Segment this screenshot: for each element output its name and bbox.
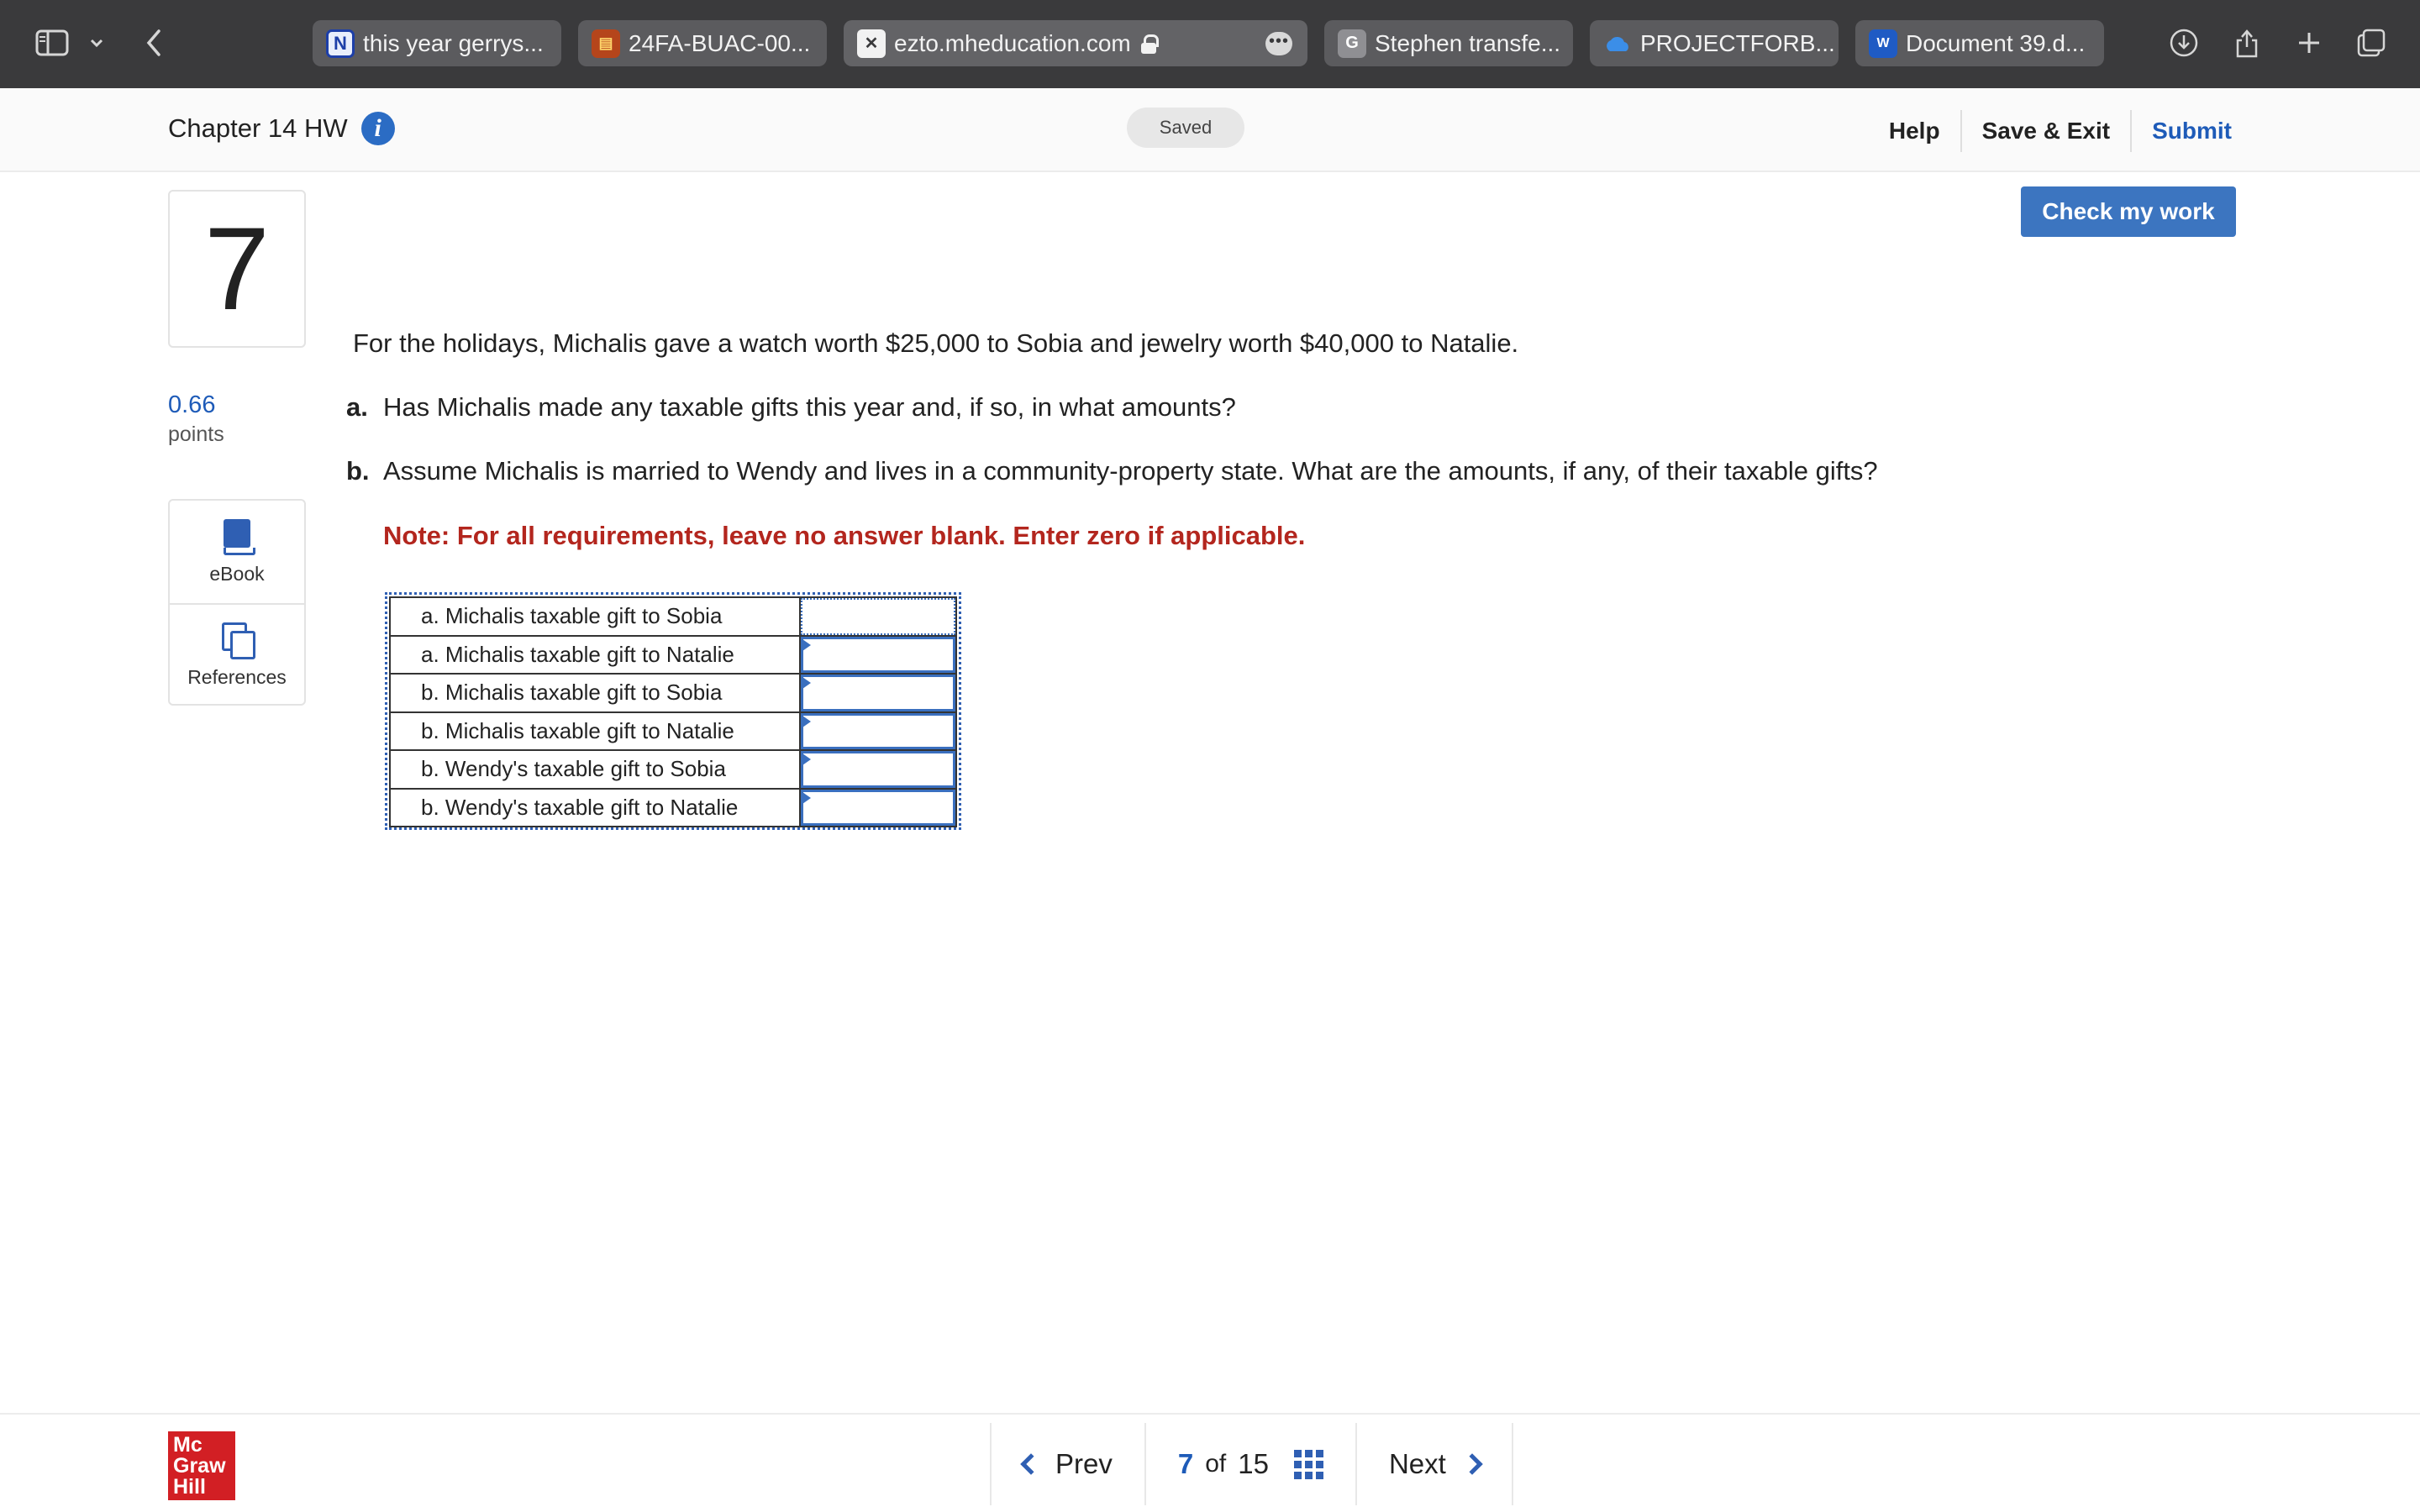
help-link[interactable]: Help	[1869, 110, 1960, 152]
ezto-icon: ✕	[857, 29, 886, 58]
question-part-a: a. Has Michalis made any taxable gifts th…	[346, 392, 1236, 423]
check-my-work-button[interactable]: Check my work	[2021, 186, 2236, 237]
answer-input-b-wendy-sobia[interactable]	[801, 751, 955, 788]
more-icon[interactable]: •••	[1265, 32, 1292, 55]
table-row: b. Michalis taxable gift to Sobia	[389, 673, 957, 713]
next-button[interactable]: Next	[1355, 1423, 1513, 1505]
grid-icon	[1293, 1449, 1323, 1479]
answer-label: b. Wendy's taxable gift to Natalie	[389, 787, 801, 827]
table-row: a. Michalis taxable gift to Sobia	[389, 596, 957, 637]
submit-link[interactable]: Submit	[2130, 110, 2232, 152]
current-page: 7	[1177, 1448, 1194, 1479]
tab-course[interactable]: ▤ 24FA-BUAC-00...	[578, 20, 827, 66]
table-row: b. Michalis taxable gift to Natalie	[389, 711, 957, 751]
prev-button[interactable]: Prev	[990, 1423, 1144, 1505]
answer-label: b. Michalis taxable gift to Sobia	[389, 673, 801, 713]
answer-label: a. Michalis taxable gift to Natalie	[389, 634, 801, 675]
assignment-title: Chapter 14 HW i	[168, 112, 395, 145]
grammarly-icon: G	[1338, 29, 1366, 58]
assignment-header: Chapter 14 HW i Saved Help Save & Exit S…	[0, 88, 2420, 172]
share-icon[interactable]	[2232, 22, 2262, 64]
question-prompt: For the holidays, Michalis gave a watch …	[353, 328, 1519, 358]
answer-label: a. Michalis taxable gift to Sobia	[389, 596, 801, 637]
part-letter: b.	[346, 456, 370, 486]
notability-icon: N	[326, 29, 355, 58]
answer-input-a-michalis-sobia[interactable]	[801, 598, 955, 635]
answer-input-a-michalis-natalie[interactable]	[801, 636, 955, 673]
tab-overview-icon[interactable]	[2354, 22, 2388, 64]
answer-cell	[799, 596, 957, 637]
answer-cell	[799, 749, 957, 790]
answer-cell	[799, 711, 957, 751]
back-icon[interactable]	[139, 22, 168, 64]
book-icon	[224, 518, 255, 555]
answer-input-b-michalis-natalie[interactable]	[801, 712, 955, 749]
answer-input-b-michalis-sobia[interactable]	[801, 675, 955, 711]
question-part-b: b. Assume Michalis is married to Wendy an…	[346, 456, 1878, 486]
ebook-button[interactable]: eBook	[170, 501, 304, 603]
table-row: b. Wendy's taxable gift to Natalie	[389, 787, 957, 827]
page-indicator[interactable]: 7 of 15	[1144, 1423, 1355, 1505]
chevron-right-icon	[1461, 1453, 1483, 1475]
references-button[interactable]: References	[170, 603, 304, 706]
chevron-left-icon	[1020, 1453, 1042, 1475]
mcgraw-hill-logo: Mc Graw Hill	[168, 1431, 235, 1500]
save-exit-link[interactable]: Save & Exit	[1960, 110, 2131, 152]
part-text: Assume Michalis is married to Wendy and …	[383, 456, 1878, 486]
lock-icon	[1140, 34, 1159, 54]
sidebar-toggle-icon[interactable]	[34, 22, 71, 64]
browser-toolbar: N this year gerrys... ▤ 24FA-BUAC-00... …	[0, 0, 2420, 88]
page-of: of	[1205, 1450, 1227, 1478]
tab-projectforb[interactable]: PROJECTFORB...	[1590, 20, 1839, 66]
course-book-icon: ▤	[592, 29, 620, 58]
answer-label: b. Michalis taxable gift to Natalie	[389, 711, 801, 751]
answer-cell	[799, 673, 957, 713]
word-icon: W	[1869, 29, 1897, 58]
answer-label: b. Wendy's taxable gift to Sobia	[389, 749, 801, 790]
part-letter: a.	[346, 392, 368, 422]
references-label: References	[187, 665, 287, 688]
footer-navigation: Mc Graw Hill Prev 7 of 15 Next	[0, 1413, 2420, 1512]
table-row: b. Wendy's taxable gift to Sobia	[389, 749, 957, 790]
tab-stephen[interactable]: G Stephen transfe...	[1324, 20, 1573, 66]
onedrive-icon	[1603, 29, 1632, 58]
tab-ezto[interactable]: ✕ ezto.mheducation.com •••	[844, 20, 1307, 66]
part-text: Has Michalis made any taxable gifts this…	[383, 392, 1236, 422]
ebook-label: eBook	[209, 562, 265, 585]
points-label: points	[168, 423, 224, 446]
answer-cell	[799, 634, 957, 675]
info-icon[interactable]: i	[360, 112, 395, 145]
question-tools: eBook References	[168, 499, 306, 706]
saved-status-badge: Saved	[1127, 108, 1244, 148]
answer-cell	[799, 787, 957, 827]
tab-notability[interactable]: N this year gerrys...	[313, 20, 561, 66]
tab-document[interactable]: W Document 39.d...	[1855, 20, 2104, 66]
table-row: a. Michalis taxable gift to Natalie	[389, 634, 957, 675]
download-icon[interactable]	[2168, 22, 2200, 64]
answer-table: a. Michalis taxable gift to Sobia a. Mic…	[385, 592, 961, 830]
question-points: 0.66 points	[168, 391, 224, 447]
references-icon	[222, 622, 255, 659]
instruction-note: Note: For all requirements, leave no ans…	[383, 521, 1306, 550]
new-tab-icon[interactable]	[2294, 22, 2324, 64]
question-number: 7	[168, 190, 306, 348]
answer-input-b-wendy-natalie[interactable]	[801, 789, 955, 826]
header-actions: Help Save & Exit Submit	[1869, 110, 2232, 152]
question-pager: Prev 7 of 15 Next	[990, 1423, 1513, 1505]
total-pages: 15	[1238, 1448, 1269, 1479]
chevron-down-icon[interactable]	[86, 22, 108, 64]
points-value: 0.66	[168, 391, 216, 418]
